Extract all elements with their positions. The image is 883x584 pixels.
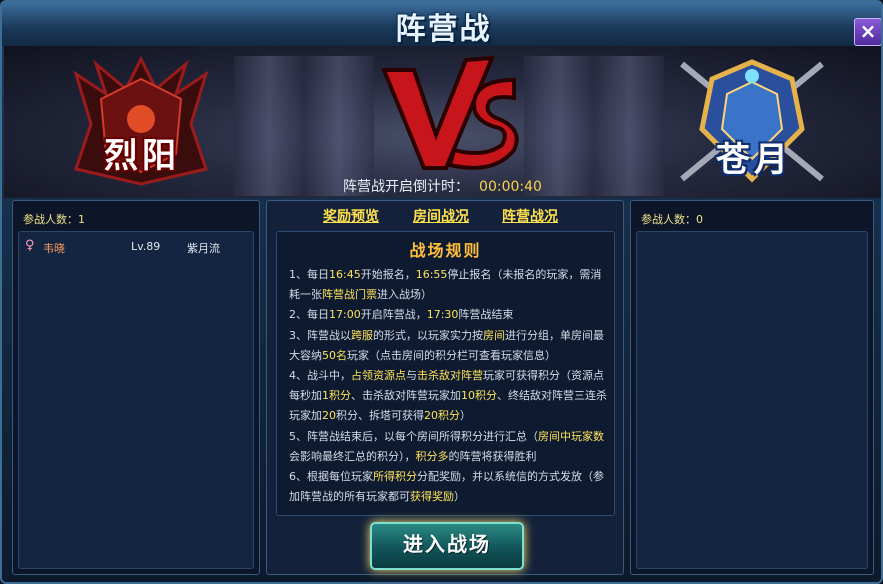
rule-highlight: 房间中玩家数 bbox=[538, 429, 604, 443]
rule-highlight: 占领资源点 bbox=[351, 369, 406, 383]
tab-faction-status[interactable]: 阵营战况 bbox=[502, 206, 558, 226]
rule-text: ） bbox=[460, 409, 471, 423]
rule-highlight: 击杀敌对阵营 bbox=[417, 369, 483, 383]
background-pillar bbox=[304, 56, 374, 196]
background-pillar bbox=[594, 56, 664, 196]
rule-highlight: 积分多 bbox=[415, 449, 449, 463]
rule-highlight: 17:30 bbox=[426, 308, 459, 322]
countdown-label: 阵营战开启倒计时： bbox=[343, 179, 470, 195]
title-bar: 阵营战 × bbox=[2, 2, 881, 47]
rule-text: 2、每日 bbox=[289, 308, 329, 322]
rule-text: 开始报名， bbox=[360, 268, 416, 281]
rule-highlight: 20积分 bbox=[424, 409, 460, 423]
rule-text: 6、根据每位玩家 bbox=[289, 470, 373, 484]
rule-item: 2、每日17:00开启阵营战，17:30阵营战结束 bbox=[289, 305, 607, 325]
enter-battlefield-button[interactable]: 进入战场 bbox=[370, 522, 524, 570]
rule-text: 3、阵营战以 bbox=[289, 328, 351, 342]
background-pillar bbox=[524, 56, 594, 196]
tab-room-status[interactable]: 房间战况 bbox=[413, 206, 469, 226]
rule-text: 进入战场） bbox=[377, 288, 432, 302]
left-player-list: ♀ 韦晓 Lv.89 紫月流 bbox=[18, 231, 254, 569]
rule-highlight: 房间 bbox=[483, 328, 505, 342]
left-faction-panel: 参战人数：1 ♀ 韦晓 Lv.89 紫月流 bbox=[12, 200, 260, 575]
tab-reward-preview[interactable]: 奖励预览 bbox=[323, 206, 379, 226]
rule-text: 与 bbox=[406, 369, 417, 383]
rules-text: 1、每日16:45开始报名，16:55停止报名（未报名的玩家，需消耗一张阵营战门… bbox=[289, 265, 607, 507]
right-faction-panel: 参战人数：0 bbox=[630, 200, 874, 575]
rule-item: 4、战斗中，占领资源点与击杀敌对阵营玩家可获得积分（资源点每秒加1积分、击杀敌对… bbox=[289, 366, 607, 427]
rule-item: 6、根据每位玩家所得积分分配奖励，并以系统信的方式发放（参加阵营战的所有玩家都可… bbox=[289, 467, 607, 507]
rule-highlight: 所得积分 bbox=[373, 470, 417, 484]
rule-text: 阵营战结束 bbox=[458, 308, 514, 322]
rule-highlight: 阵营战门票 bbox=[322, 288, 377, 302]
rule-text: 1、每日 bbox=[289, 268, 329, 281]
right-player-list bbox=[636, 231, 868, 569]
faction-banner: 烈阳 苍月 阵营战开启倒计时： 00:00:40 bbox=[4, 46, 881, 198]
countdown-value: 00:00:40 bbox=[479, 179, 542, 195]
rule-highlight: 17:00 bbox=[329, 308, 361, 322]
right-participant-count: 参战人数：0 bbox=[641, 213, 703, 226]
vs-icon bbox=[381, 55, 519, 170]
rule-highlight: 16:45 bbox=[329, 268, 361, 281]
game-window: 阵营战 × 烈阳 苍月 阵营战开启倒计时： 00:00:40 参战人数：1 ♀ … bbox=[0, 0, 883, 584]
window-title: 阵营战 bbox=[395, 12, 492, 47]
rules-panel: 奖励预览 房间战况 阵营战况 战场规则 1、每日16:45开始报名，16:55停… bbox=[266, 200, 624, 575]
close-button[interactable]: × bbox=[854, 18, 881, 46]
left-participant-count: 参战人数：1 bbox=[23, 213, 85, 226]
rule-text: 的形式，以玩家实力按 bbox=[373, 328, 483, 342]
background-pillar bbox=[234, 56, 304, 196]
player-server: 紫月流 bbox=[187, 242, 220, 255]
rule-text: 积分、拆塔可获得 bbox=[336, 409, 424, 423]
rule-text: 、击杀敌对阵营玩家加 bbox=[351, 389, 461, 403]
female-icon: ♀ bbox=[25, 238, 35, 253]
countdown: 阵营战开启倒计时： 00:00:40 bbox=[4, 176, 881, 196]
player-row[interactable]: ♀ 韦晓 Lv.89 紫月流 bbox=[19, 238, 253, 258]
rule-item: 1、每日16:45开始报名，16:55停止报名（未报名的玩家，需消耗一张阵营战门… bbox=[289, 265, 607, 305]
rule-text: 的阵营将获得胜利 bbox=[448, 449, 537, 463]
rule-item: 3、阵营战以跨服的形式，以玩家实力按房间进行分组，单房间最大容纳50名玩家（点击… bbox=[289, 326, 607, 366]
rule-highlight: 10积分 bbox=[461, 389, 497, 403]
rule-highlight: 20 bbox=[322, 409, 336, 423]
rule-highlight: 获得奖励 bbox=[410, 490, 454, 504]
player-level: Lv.89 bbox=[131, 240, 161, 253]
rules-title: 战场规则 bbox=[409, 241, 482, 260]
left-faction-name: 烈阳 bbox=[104, 136, 180, 176]
rule-highlight: 50名 bbox=[322, 348, 347, 362]
rule-text: 4、战斗中， bbox=[289, 369, 351, 383]
rule-highlight: 跨服 bbox=[351, 328, 373, 342]
rule-highlight: 16:55 bbox=[415, 268, 448, 281]
rule-highlight: 1积分 bbox=[322, 389, 351, 403]
player-name: 韦晓 bbox=[43, 242, 65, 255]
rule-text: ） bbox=[454, 490, 465, 504]
rule-text: 开启阵营战， bbox=[360, 308, 427, 322]
rule-text: 5、阵营战结束后，以每个房间所得积分进行汇总（ bbox=[289, 429, 538, 443]
rule-text: 玩家（点击房间的积分栏可查看玩家信息） bbox=[347, 348, 556, 362]
rules-box: 战场规则 1、每日16:45开始报名，16:55停止报名（未报名的玩家，需消耗一… bbox=[276, 231, 615, 516]
right-faction-name: 苍月 bbox=[716, 140, 792, 180]
rule-item: 5、阵营战结束后，以每个房间所得积分进行汇总（房间中玩家数会影响最终汇总的积分）… bbox=[289, 427, 607, 467]
rule-text: 会影响最终汇总的积分）， bbox=[289, 449, 416, 463]
